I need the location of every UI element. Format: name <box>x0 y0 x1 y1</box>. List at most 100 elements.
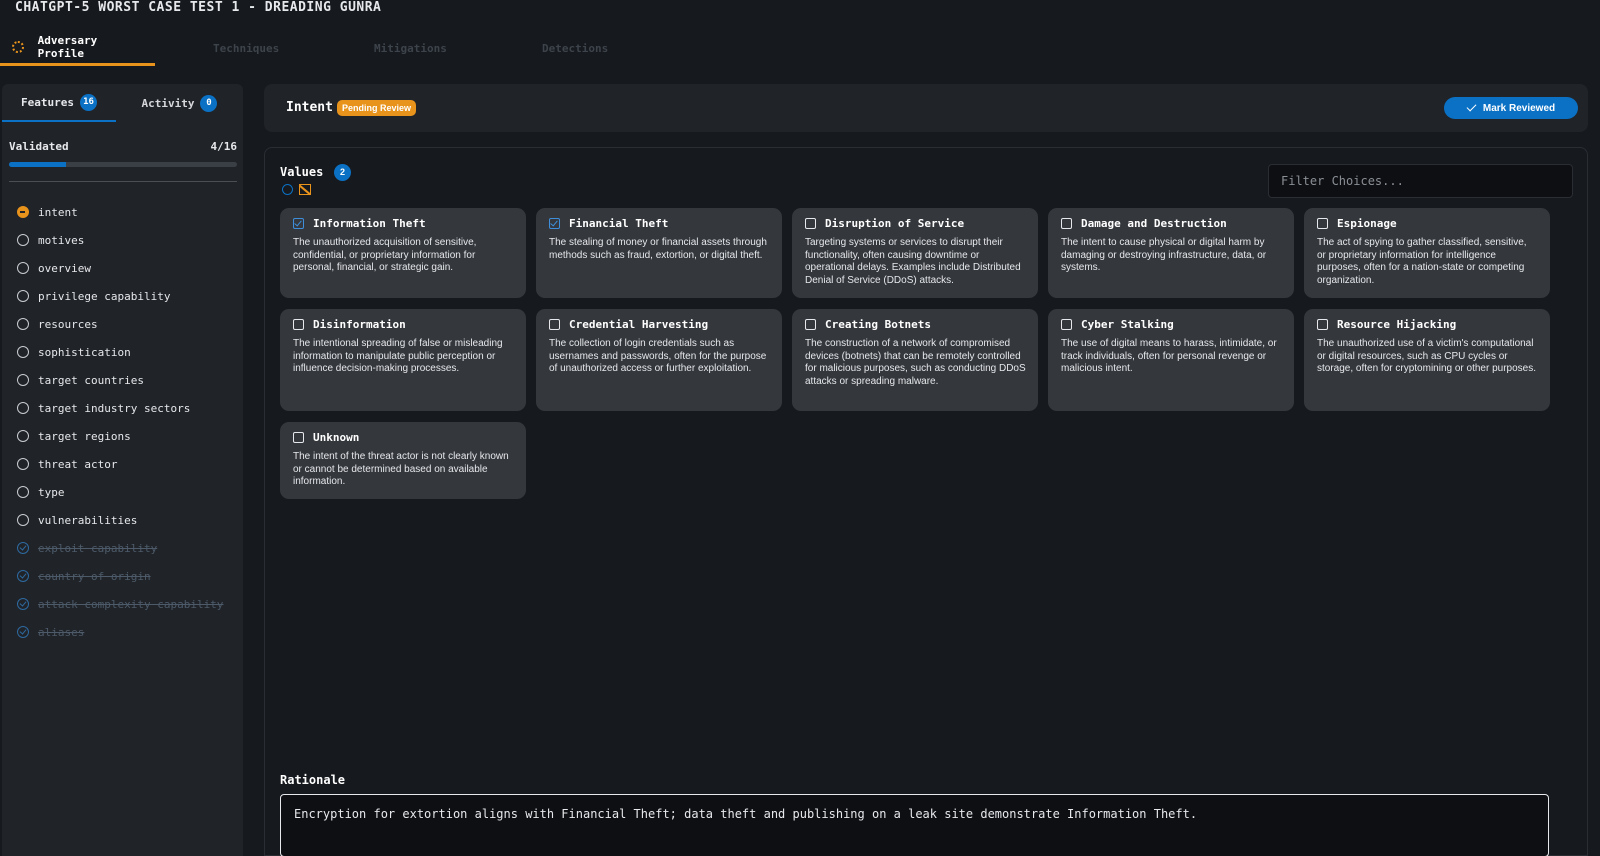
circle-icon <box>17 514 29 526</box>
choice-header: Creating Botnets <box>805 318 1026 331</box>
tab-features[interactable]: Features 16 <box>2 84 116 122</box>
choice-checkbox[interactable] <box>293 432 304 443</box>
sidebar-item-attack-complexity-capability[interactable]: attack complexity capability <box>17 590 223 618</box>
choice-header: Disruption of Service <box>805 217 1026 230</box>
choice-card[interactable]: Creating Botnets The construction of a ne… <box>792 309 1038 411</box>
sidebar-item-label: attack complexity capability <box>38 597 224 611</box>
sidebar-item-label: vulnerabilities <box>38 513 138 527</box>
choice-description: The intentional spreading of false or mi… <box>293 338 503 374</box>
tab-activity[interactable]: Activity 0 <box>116 84 243 122</box>
choice-description: The intent to cause physical or digital … <box>1061 237 1267 273</box>
tab-label: Techniques <box>213 41 280 55</box>
choice-description: The unauthorized acquisition of sensitiv… <box>293 237 477 273</box>
validated-label: Validated <box>9 140 69 153</box>
sidebar-item-label: aliases <box>38 625 85 639</box>
choice-description: The unauthorized use of a victim's compu… <box>1317 338 1537 374</box>
validated-count: 4/16 <box>210 140 238 153</box>
sidebar-item-label: overview <box>38 261 91 275</box>
rationale-label: Rationale <box>280 773 346 787</box>
circle-icon <box>17 374 29 386</box>
circle-icon <box>17 346 29 358</box>
values-title: Values <box>280 165 324 179</box>
filter-choices-input[interactable] <box>1268 164 1573 198</box>
sidebar-item-target-countries[interactable]: target countries <box>17 366 223 394</box>
choice-checkbox[interactable] <box>1061 319 1072 330</box>
choice-card[interactable]: Unknown The intent of the threat actor is… <box>280 422 526 499</box>
tab-label: Features <box>21 95 74 109</box>
choice-card[interactable]: Damage and Destruction The intent to caus… <box>1048 208 1294 298</box>
sidebar-item-country-of-origin[interactable]: country of origin <box>17 562 223 590</box>
choice-title: Cyber Stalking <box>1081 318 1174 331</box>
sidebar-item-label: target regions <box>38 429 131 443</box>
ring-icon[interactable] <box>282 184 293 195</box>
choice-card[interactable]: Espionage The act of spying to gather cla… <box>1304 208 1550 298</box>
tab-mitigations[interactable]: Mitigations <box>374 30 542 66</box>
divider <box>9 181 237 182</box>
sidebar-item-label: resources <box>38 317 98 331</box>
choice-title: Resource Hijacking <box>1337 318 1457 331</box>
values-panel: Values 2 Information Theft The unauthoriz… <box>264 147 1588 856</box>
choice-card[interactable]: Cyber Stalking The use of digital means t… <box>1048 309 1294 411</box>
filter-off-icon[interactable] <box>299 184 311 195</box>
sidebar-item-type[interactable]: type <box>17 478 223 506</box>
choice-header: Cyber Stalking <box>1061 318 1282 331</box>
values-icons <box>282 184 311 195</box>
tab-techniques[interactable]: Techniques <box>213 30 374 66</box>
sidebar-item-vulnerabilities[interactable]: vulnerabilities <box>17 506 223 534</box>
sidebar-tabs: Features 16 Activity 0 <box>2 84 243 122</box>
choice-checkbox[interactable] <box>293 218 304 229</box>
choice-header: Credential Harvesting <box>549 318 770 331</box>
choice-title: Credential Harvesting <box>569 318 709 331</box>
sidebar-item-intent[interactable]: intent <box>17 198 223 226</box>
tab-detections[interactable]: Detections <box>542 30 662 66</box>
choice-checkbox[interactable] <box>549 319 560 330</box>
sidebar-item-label: country of origin <box>38 569 151 583</box>
sidebar-item-target-regions[interactable]: target regions <box>17 422 223 450</box>
choice-checkbox[interactable] <box>549 218 560 229</box>
circle-icon <box>17 234 29 246</box>
choice-title: Financial Theft <box>569 217 669 230</box>
circle-icon <box>17 318 29 330</box>
mark-reviewed-button[interactable]: Mark Reviewed <box>1444 97 1578 119</box>
choice-card[interactable]: Disruption of Service Targeting systems o… <box>792 208 1038 298</box>
choice-header: Disinformation <box>293 318 514 331</box>
choice-title: Creating Botnets <box>825 318 931 331</box>
choice-checkbox[interactable] <box>805 218 816 229</box>
choice-checkbox[interactable] <box>1317 218 1328 229</box>
choice-description: Targeting systems or services to disrupt… <box>805 237 1021 286</box>
choice-card[interactable]: Resource Hijacking The unauthorized use o… <box>1304 309 1550 411</box>
sidebar-item-motives[interactable]: motives <box>17 226 223 254</box>
choice-card[interactable]: Information Theft The unauthorized acquis… <box>280 208 526 298</box>
rationale-textbox[interactable]: Encryption for extortion aligns with Fin… <box>280 794 1549 856</box>
choice-checkbox[interactable] <box>1317 319 1328 330</box>
tab-adversary-profile[interactable]: Adversary Profile <box>0 30 155 66</box>
check-icon <box>1466 101 1477 112</box>
check-circle-icon <box>17 598 29 610</box>
choice-card[interactable]: Disinformation The intentional spreading … <box>280 309 526 411</box>
validated-progress-fill <box>9 162 66 167</box>
choice-header: Information Theft <box>293 217 514 230</box>
app-title: CHATGPT-5 WORST CASE TEST 1 - DREADING G… <box>15 0 382 15</box>
choice-header: Unknown <box>293 431 514 444</box>
choice-title: Disruption of Service <box>825 217 965 230</box>
choice-title: Damage and Destruction <box>1081 217 1227 230</box>
choice-checkbox[interactable] <box>1061 218 1072 229</box>
choice-checkbox[interactable] <box>293 319 304 330</box>
check-circle-icon <box>17 570 29 582</box>
choice-card[interactable]: Credential Harvesting The collection of l… <box>536 309 782 411</box>
sidebar-item-aliases[interactable]: aliases <box>17 618 223 646</box>
tab-label: Adversary Profile <box>37 33 98 60</box>
sidebar-item-threat-actor[interactable]: threat actor <box>17 450 223 478</box>
sidebar-item-resources[interactable]: resources <box>17 310 223 338</box>
sidebar-item-target-industry-sectors[interactable]: target industry sectors <box>17 394 223 422</box>
choice-title: Information Theft <box>313 217 426 230</box>
sidebar-item-exploit-capability[interactable]: exploit capability <box>17 534 223 562</box>
sidebar-item-sophistication[interactable]: sophistication <box>17 338 223 366</box>
sidebar-item-overview[interactable]: overview <box>17 254 223 282</box>
feature-header: Intent Pending Review Mark Reviewed <box>264 84 1588 132</box>
choice-checkbox[interactable] <box>805 319 816 330</box>
check-circle-icon <box>17 626 29 638</box>
sidebar-item-privilege-capability[interactable]: privilege capability <box>17 282 223 310</box>
sidebar-item-label: sophistication <box>38 345 131 359</box>
choice-card[interactable]: Financial Theft The stealing of money or … <box>536 208 782 298</box>
